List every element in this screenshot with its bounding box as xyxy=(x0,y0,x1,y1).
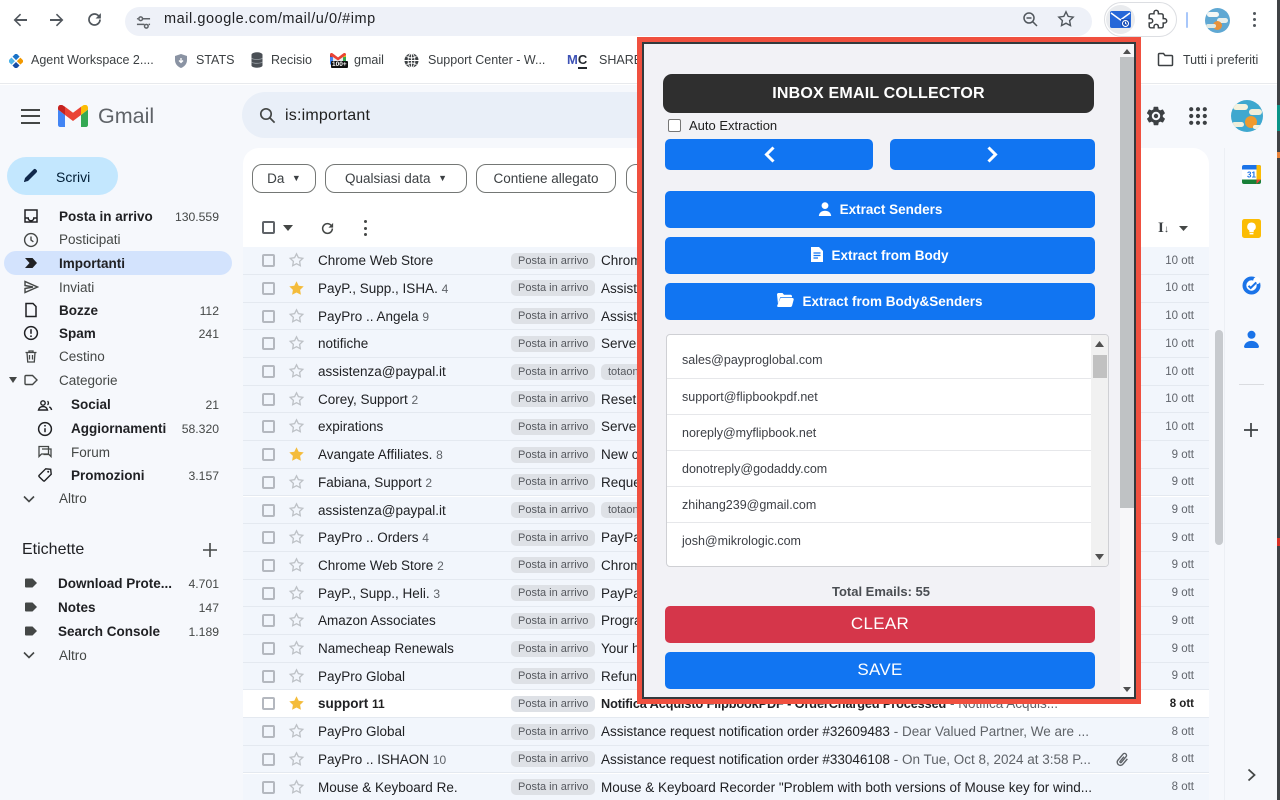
svg-text:31: 31 xyxy=(1247,171,1256,180)
